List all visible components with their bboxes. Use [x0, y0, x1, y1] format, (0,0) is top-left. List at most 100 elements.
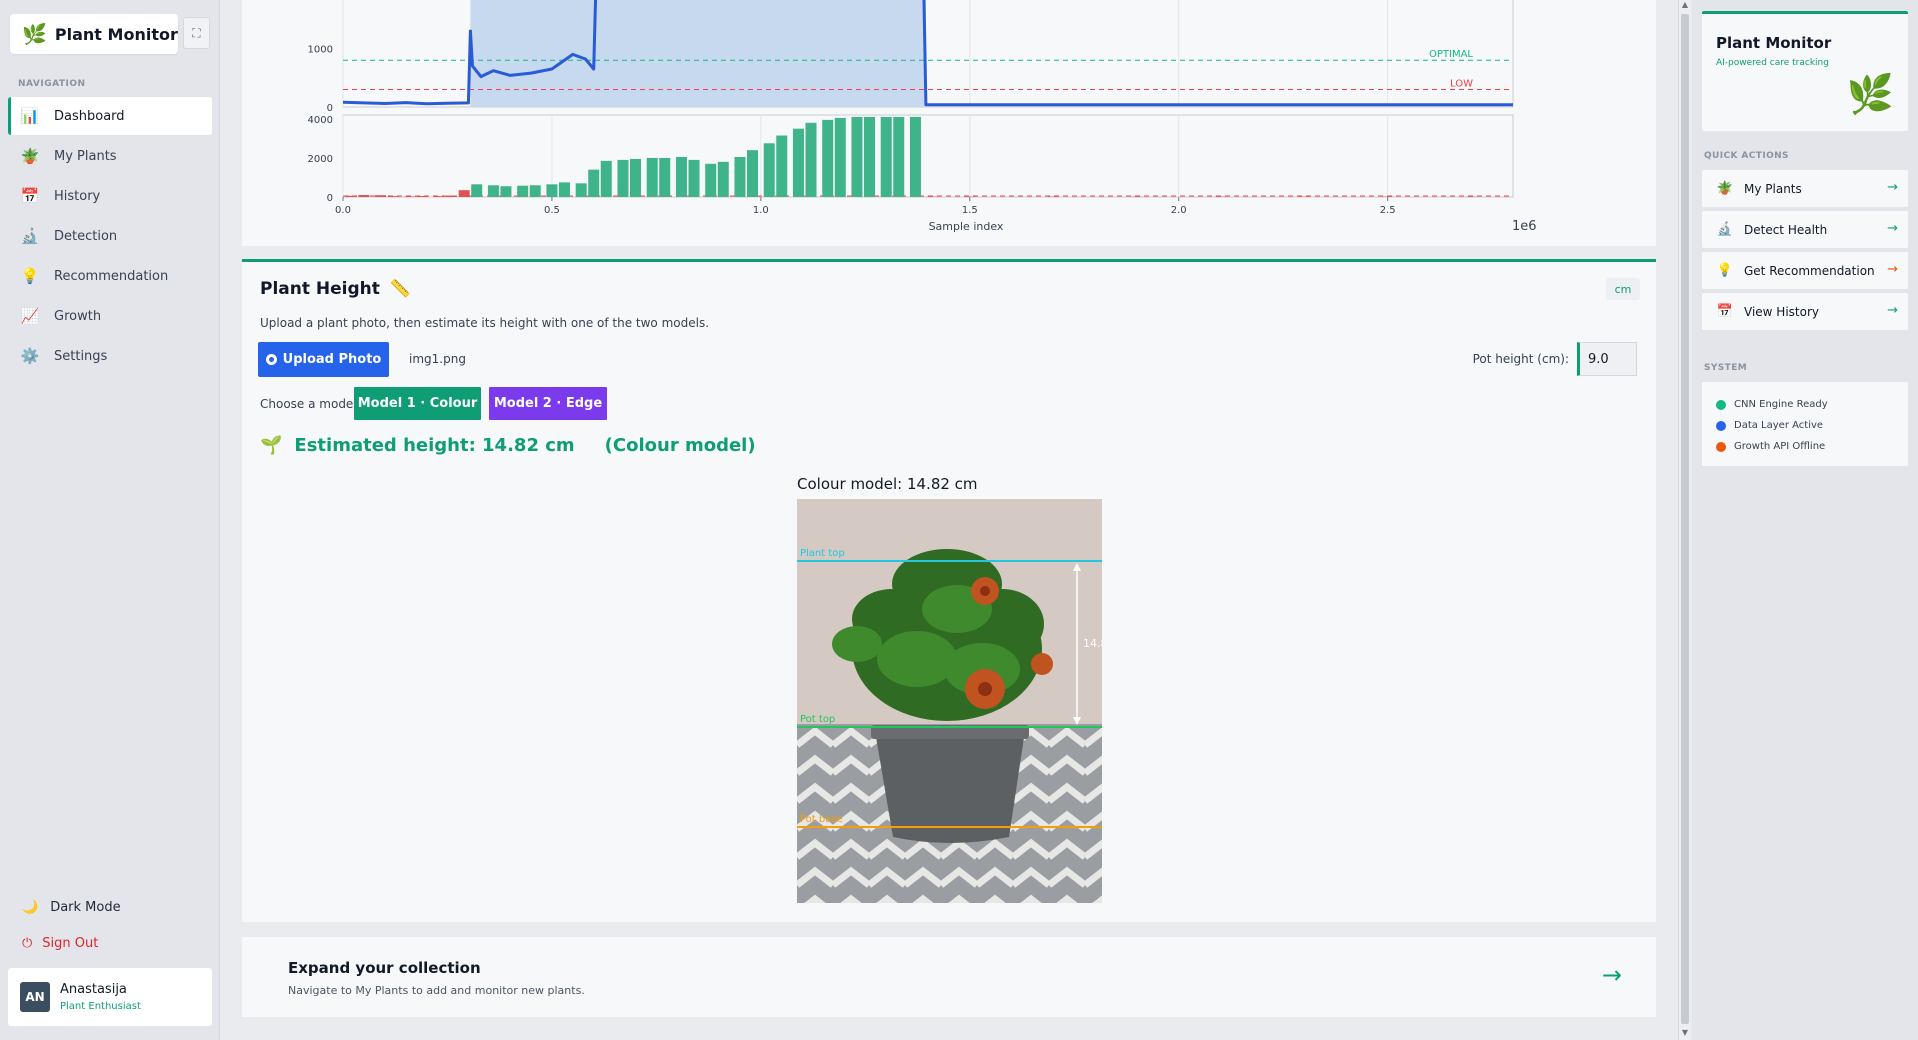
y-tick-label: 0: [327, 193, 333, 204]
sign-out-button[interactable]: ⏻ Sign Out: [22, 936, 98, 951]
nav-heading: NAVIGATION: [18, 79, 86, 89]
arrow-right-icon[interactable]: →: [1602, 961, 1622, 989]
system-status-row: Data Layer Active: [1716, 415, 1908, 436]
leaf-logo-icon: 🌿: [22, 22, 47, 46]
bar: [416, 196, 428, 197]
bar: [487, 185, 499, 197]
system-status-label: Data Layer Active: [1734, 420, 1824, 431]
y-tick-label: 0: [327, 103, 333, 114]
arrow-right-icon: →: [1887, 180, 1898, 195]
model-edge-button[interactable]: Model 2 · Edge: [489, 387, 607, 420]
sidebar-item-label: My Plants: [54, 148, 117, 164]
plant-height-title-text: Plant Height: [260, 279, 380, 299]
bar: [909, 116, 921, 197]
bar: [851, 116, 863, 197]
sidebar-item-history[interactable]: 📅 History: [8, 177, 212, 215]
right-panel-subtitle: AI-powered care tracking: [1716, 58, 1829, 68]
sidebar-item-settings[interactable]: ⚙️ Settings: [8, 337, 212, 375]
model-colour-button[interactable]: Model 1 · Colour: [354, 387, 481, 420]
potted-plant-icon: 🪴: [20, 147, 40, 165]
estimated-height-value: Estimated height: 14.82 cm: [294, 435, 575, 456]
app-info-card: Plant Monitor AI-powered care tracking 🌿: [1702, 11, 1908, 131]
bar: [558, 182, 570, 197]
bar: [500, 186, 512, 197]
sensor-chart-panel: OPTIMAL LOW 0 1000 0 2000 4000 0.0 0.5 1.0 1.5 2.0…: [242, 0, 1656, 246]
user-card[interactable]: AN Anastasija Plant Enthusiast: [8, 968, 212, 1026]
user-role: Plant Enthusiast: [60, 1001, 141, 1012]
scroll-up-icon[interactable]: ▲: [1679, 0, 1691, 12]
brand[interactable]: 🌿 Plant Monitor: [10, 14, 178, 54]
quick-action-get-recommendation[interactable]: 💡 Get Recommendation →: [1702, 252, 1908, 289]
sidebar-item-label: Recommendation: [54, 268, 169, 284]
nav-menu: 📊 Dashboard 🪴 My Plants 📅 History 🔬 Dete…: [8, 97, 212, 377]
sidebar-item-label: Growth: [54, 308, 102, 324]
bar: [659, 157, 671, 197]
bar: [630, 158, 641, 197]
bar: [717, 161, 729, 197]
quick-action-detect-health[interactable]: 🔬 Detect Health →: [1702, 211, 1908, 248]
upload-photo-button[interactable]: Upload Photo: [258, 342, 389, 377]
x-tick-label: 2.0: [1171, 205, 1187, 216]
bar: [358, 195, 370, 197]
bar: [776, 135, 788, 197]
microscope-icon: 🔬: [1716, 222, 1734, 237]
sidebar-item-label: Settings: [54, 348, 108, 364]
system-status-row: CNN Engine Ready: [1716, 394, 1908, 415]
plant-top-label: Plant top: [800, 548, 845, 559]
sign-out-label: Sign Out: [42, 936, 99, 951]
quick-action-my-plants[interactable]: 🪴 My Plants →: [1702, 170, 1908, 207]
threshold-label: OPTIMAL: [1429, 49, 1473, 60]
top-plot: OPTIMAL LOW 0 1000: [308, 0, 1514, 114]
model-prompt: Choose a model:: [260, 397, 361, 411]
bottom-plot-frame: [342, 114, 1514, 198]
system-status-row: Growth API Offline: [1716, 436, 1908, 457]
sidebar-item-detection[interactable]: 🔬 Detection: [8, 217, 212, 255]
bar: [345, 195, 357, 197]
sidebar-item-growth[interactable]: 📈 Growth: [8, 297, 212, 335]
system-status-card: CNN Engine Ready Data Layer Active Growt…: [1702, 382, 1908, 466]
bottom-plot: 0 2000 4000 0.0 0.5 1.0 1.5 2.0 2.5: [308, 114, 1514, 216]
quick-action-view-history[interactable]: 📅 View History →: [1702, 293, 1908, 330]
gear-icon: ⚙️: [20, 347, 40, 365]
quick-action-label: Detect Health: [1744, 222, 1828, 237]
bar: [546, 184, 558, 197]
avatar: AN: [20, 982, 50, 1012]
lightbulb-icon: 💡: [20, 267, 40, 285]
sidebar-item-label: Dashboard: [54, 108, 125, 124]
y-tick-label: 2000: [308, 154, 333, 165]
bar: [529, 185, 541, 197]
right-panel: Plant Monitor AI-powered care tracking 🌿…: [1692, 0, 1918, 1040]
bar: [822, 119, 834, 197]
sidebar-item-my-plants[interactable]: 🪴 My Plants: [8, 137, 212, 175]
user-name: Anastasija: [60, 982, 127, 997]
scroll-down-icon[interactable]: ▼: [1679, 1028, 1691, 1040]
bar: [617, 159, 629, 197]
pot-height-input[interactable]: [1577, 342, 1637, 376]
dark-mode-label: Dark Mode: [50, 900, 121, 915]
expand-icon[interactable]: ⛶: [183, 17, 210, 49]
system-heading: SYSTEM: [1704, 363, 1748, 373]
scroll-thumb[interactable]: [1681, 14, 1689, 1024]
sidebar-item-dashboard[interactable]: 📊 Dashboard: [8, 97, 212, 135]
status-dot-green: [1716, 399, 1726, 410]
lightbulb-icon: 💡: [1716, 263, 1734, 278]
bar: [517, 185, 529, 197]
scrollbar[interactable]: ▲ ▼: [1678, 0, 1690, 1040]
power-icon: ⏻: [22, 936, 33, 951]
bar: [646, 157, 658, 197]
bar: [834, 117, 846, 197]
expand-collection-card[interactable]: Expand your collection Navigate to My Pl…: [242, 937, 1656, 1017]
bar: [588, 169, 600, 197]
chart-icon: 📊: [20, 107, 40, 125]
bar: [880, 116, 892, 197]
sidebar-item-recommendation[interactable]: 💡 Recommendation: [8, 257, 212, 295]
x-tick-label: 1.0: [753, 205, 769, 216]
plant-photo: Plant top Pot top Pot base 14.82 cm: [797, 499, 1102, 903]
ruler-icon: 📏: [389, 279, 412, 299]
status-dot-orange: [1716, 441, 1726, 452]
bar: [688, 159, 700, 197]
dark-mode-toggle[interactable]: 🌙 Dark Mode: [22, 900, 121, 915]
bar: [705, 163, 717, 197]
plant-height-title: Plant Height 📏: [260, 279, 411, 299]
quick-action-label: Get Recommendation: [1744, 263, 1875, 278]
